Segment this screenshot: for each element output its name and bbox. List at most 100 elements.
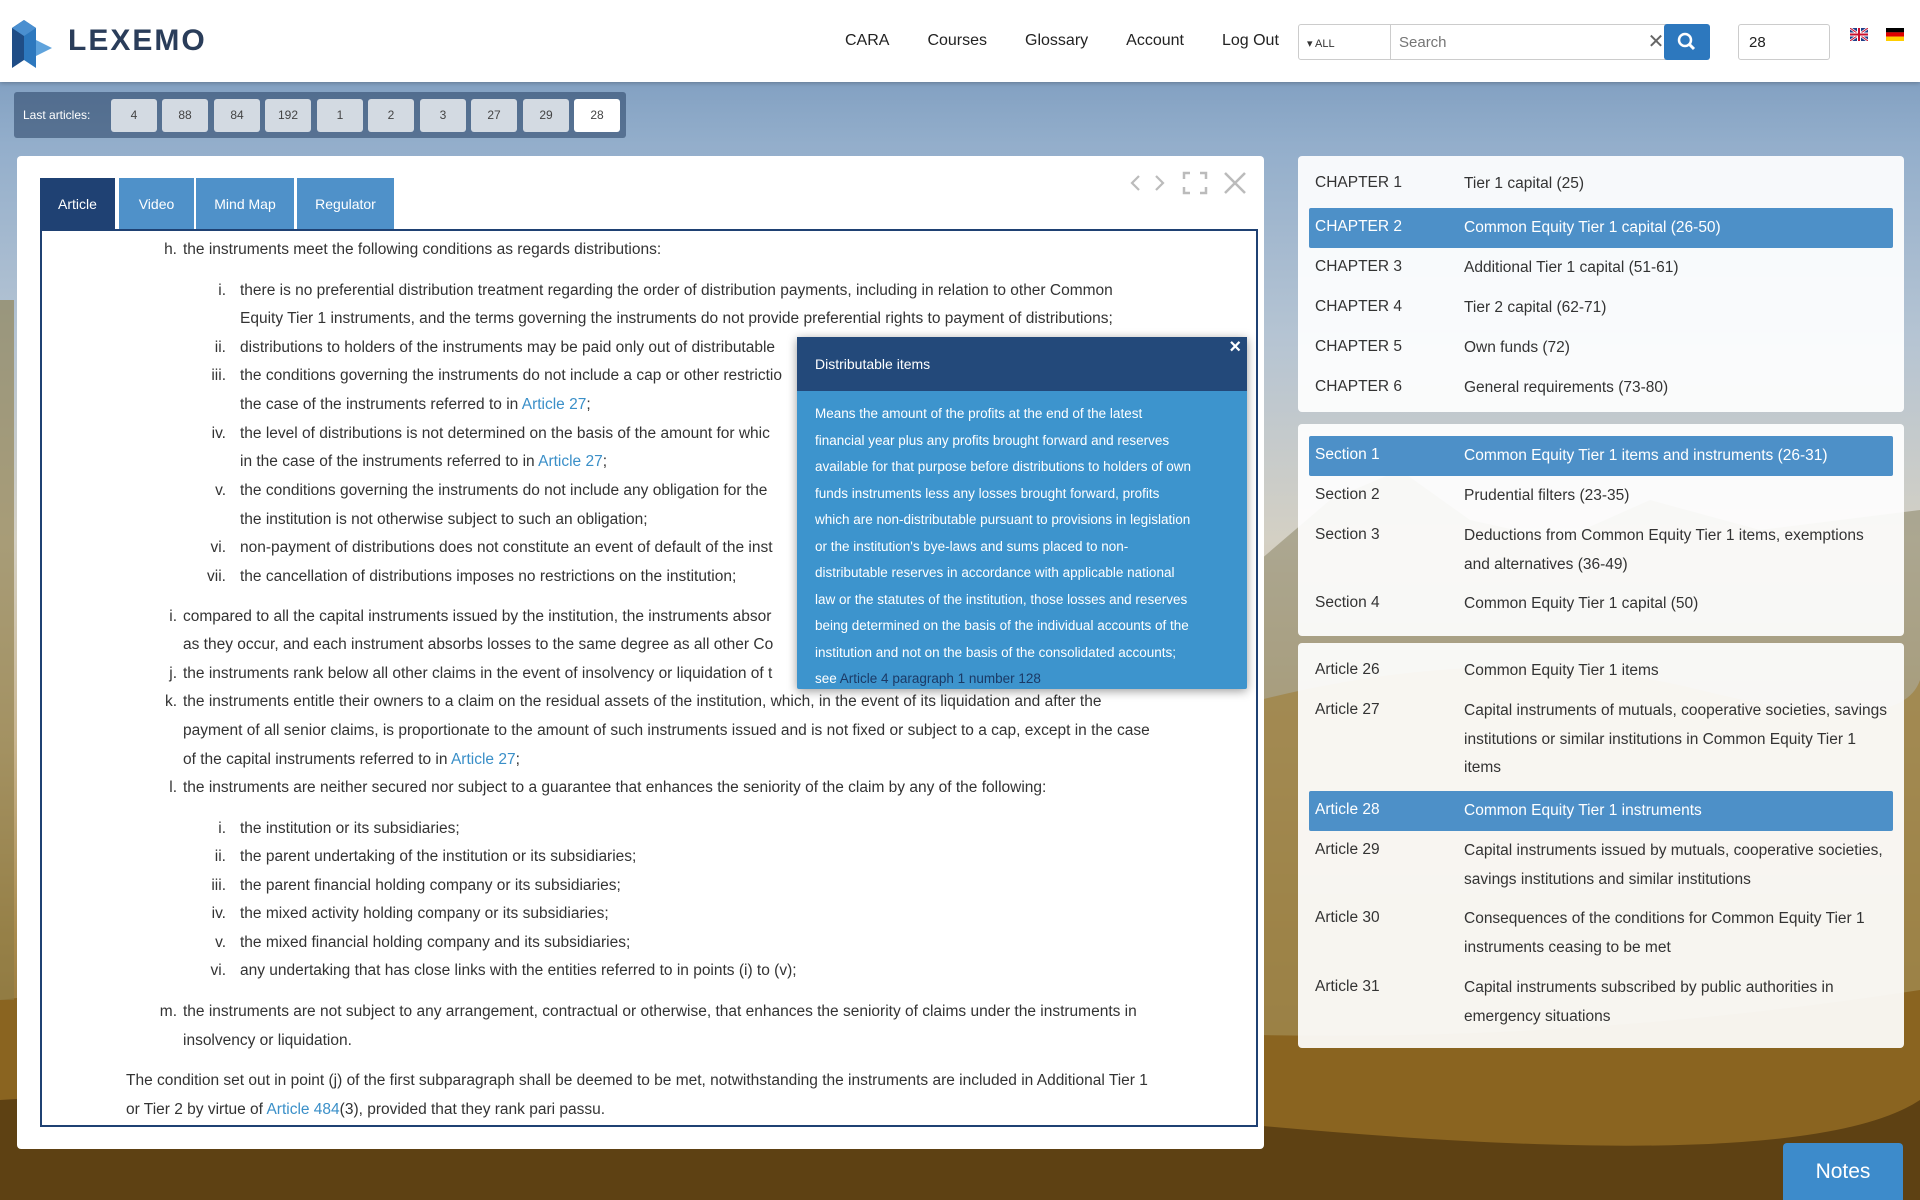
chapter-number: CHAPTER 6 — [1315, 378, 1402, 395]
list-marker: m. — [159, 1003, 177, 1020]
article-484-link[interactable]: Article 484 — [266, 1101, 339, 1118]
article-row[interactable]: Article 31 Capital instruments subscribed… — [1309, 968, 1893, 1034]
article-text: the case of the instruments referred to … — [240, 396, 519, 413]
section-title: Prudential filters (23-35) — [1464, 487, 1630, 504]
search-icon — [1677, 32, 1696, 51]
section-row[interactable]: Section 3 Deductions from Common Equity T… — [1309, 516, 1893, 582]
article-number: Article 26 — [1315, 661, 1380, 678]
article-row[interactable]: Article 28 Common Equity Tier 1 instrumen… — [1309, 791, 1893, 831]
list-marker: v. — [215, 482, 226, 499]
logo[interactable]: LEXEMO — [10, 14, 207, 68]
search-input[interactable] — [1391, 25, 1641, 59]
article-text: of the capital instruments referred to i… — [183, 751, 448, 768]
tab-video[interactable]: Video — [119, 178, 194, 230]
list-marker: ii. — [214, 339, 226, 356]
tab-article[interactable]: Article — [40, 178, 115, 230]
article-row[interactable]: Article 30 Consequences of the conditions… — [1309, 899, 1893, 965]
german-flag-icon[interactable] — [1886, 28, 1904, 41]
nav-glossary[interactable]: Glossary — [1025, 32, 1088, 50]
article-title: Capital instruments of mutuals, cooperat… — [1464, 702, 1888, 776]
article-row[interactable]: Article 27 Capital instruments of mutuals… — [1309, 691, 1893, 783]
article-line: non-payment of distributions does not co… — [240, 539, 773, 556]
chapter-row[interactable]: CHAPTER 3 Additional Tier 1 capital (51-6… — [1309, 248, 1893, 288]
section-title: Common Equity Tier 1 items and instrumen… — [1464, 447, 1828, 464]
article-title: Consequences of the conditions for Commo… — [1464, 910, 1865, 956]
section-title: Common Equity Tier 1 capital (50) — [1464, 595, 1699, 612]
nav-logout[interactable]: Log Out — [1222, 32, 1279, 50]
section-row[interactable]: Section 2 Prudential filters (23-35) — [1309, 476, 1893, 516]
article-line: insolvency or liquidation. — [183, 1032, 352, 1049]
chapter-row[interactable]: CHAPTER 4 Tier 2 capital (62-71) — [1309, 288, 1893, 328]
lexemo-logo-icon — [12, 20, 52, 68]
nav-account[interactable]: Account — [1126, 32, 1184, 50]
last-article-chip[interactable]: 88 — [162, 99, 208, 132]
last-article-chip[interactable]: 29 — [523, 99, 569, 132]
last-article-chip[interactable]: 192 — [265, 99, 311, 132]
popup-see-label: see — [815, 671, 837, 686]
notes-button[interactable]: Notes — [1783, 1143, 1903, 1200]
chapter-number: CHAPTER 3 — [1315, 258, 1402, 275]
article-line: or Tier 2 by virtue of Article 484(3), p… — [126, 1101, 605, 1119]
article-line: the parent financial holding company or … — [240, 877, 621, 894]
article-27-link[interactable]: Article 27 — [522, 396, 587, 413]
chapter-row[interactable]: CHAPTER 2 Common Equity Tier 1 capital (2… — [1309, 208, 1893, 248]
list-marker: iv. — [211, 905, 226, 922]
article-line: the conditions governing the instruments… — [240, 367, 782, 384]
chapter-row[interactable]: CHAPTER 1 Tier 1 capital (25) — [1309, 164, 1893, 204]
tab-regulator[interactable]: Regulator — [297, 178, 394, 230]
article-row[interactable]: Article 29 Capital instruments issued by … — [1309, 831, 1893, 897]
article-number: Article 30 — [1315, 909, 1380, 926]
article-27-link[interactable]: Article 27 — [538, 453, 603, 470]
article-number: Article 31 — [1315, 978, 1380, 995]
popup-line: being determined on the basis of the ind… — [815, 618, 1189, 633]
chapter-number: CHAPTER 5 — [1315, 338, 1402, 355]
search-button[interactable] — [1664, 24, 1710, 60]
last-articles-bar: Last articles: 4 88 84 192 1 2 3 27 29 2… — [14, 92, 626, 138]
last-article-chip[interactable]: 2 — [368, 99, 414, 132]
popup-line: institution and not on the basis of the … — [815, 644, 1176, 660]
chapter-number: CHAPTER 1 — [1315, 174, 1402, 191]
section-number: Section 1 — [1315, 446, 1380, 463]
article-line: of the capital instruments referred to i… — [183, 751, 520, 769]
popup-line: available for that purpose before distri… — [815, 459, 1191, 474]
article-title: Capital instruments subscribed by public… — [1464, 979, 1834, 1025]
close-icon[interactable] — [1221, 168, 1249, 198]
last-article-chip[interactable]: 84 — [214, 99, 260, 132]
list-marker: iii. — [211, 877, 226, 894]
nav-courses[interactable]: Courses — [927, 32, 987, 50]
uk-flag-icon[interactable] — [1850, 28, 1868, 41]
popup-line: distributable reserves in accordance wit… — [815, 565, 1175, 580]
tab-mind-map[interactable]: Mind Map — [196, 178, 294, 230]
article-row[interactable]: Article 26 Common Equity Tier 1 items — [1309, 651, 1893, 691]
article-number: Article 29 — [1315, 841, 1380, 858]
chapters-card: CHAPTER 1 Tier 1 capital (25) CHAPTER 2 Co… — [1298, 156, 1904, 412]
last-article-chip[interactable]: 3 — [420, 99, 466, 132]
article-line: payment of all senior claims, is proport… — [183, 722, 1150, 739]
last-article-chip[interactable]: 1 — [317, 99, 363, 132]
section-row[interactable]: Section 4 Common Equity Tier 1 capital (5… — [1309, 584, 1893, 624]
list-marker: iii. — [211, 367, 226, 384]
prev-next-arrows-icon[interactable] — [1129, 168, 1167, 198]
article-27-link[interactable]: Article 27 — [451, 751, 516, 768]
fullscreen-icon[interactable] — [1181, 168, 1209, 198]
search-scope-select[interactable]: ▾ ALL — [1299, 25, 1391, 59]
popup-reference-link[interactable]: Article 4 paragraph 1 number 128 — [840, 671, 1041, 686]
article-number: Article 27 — [1315, 701, 1380, 718]
chapter-row[interactable]: CHAPTER 5 Own funds (72) — [1309, 328, 1893, 368]
popup-title: Distributable items — [797, 337, 1247, 391]
last-article-chip[interactable]: 28 — [574, 99, 620, 132]
chapter-number: CHAPTER 4 — [1315, 298, 1402, 315]
section-row[interactable]: Section 1 Common Equity Tier 1 items and … — [1309, 436, 1893, 476]
nav-cara[interactable]: CARA — [845, 32, 889, 50]
last-article-chip[interactable]: 27 — [471, 99, 517, 132]
articles-card: Article 26 Common Equity Tier 1 items Art… — [1298, 643, 1904, 1048]
chapter-row[interactable]: CHAPTER 6 General requirements (73-80) — [1309, 368, 1893, 408]
brand-name: LEXEMO — [68, 24, 207, 57]
popup-close-icon[interactable]: × — [1229, 336, 1241, 359]
article-number-input[interactable] — [1738, 24, 1830, 60]
search-scope-label: ALL — [1314, 38, 1335, 50]
chapter-title: Tier 2 capital (62-71) — [1464, 299, 1607, 316]
last-article-chip[interactable]: 4 — [111, 99, 157, 132]
popup-body: Means the amount of the profits at the e… — [797, 391, 1247, 703]
list-marker: i. — [218, 282, 226, 299]
